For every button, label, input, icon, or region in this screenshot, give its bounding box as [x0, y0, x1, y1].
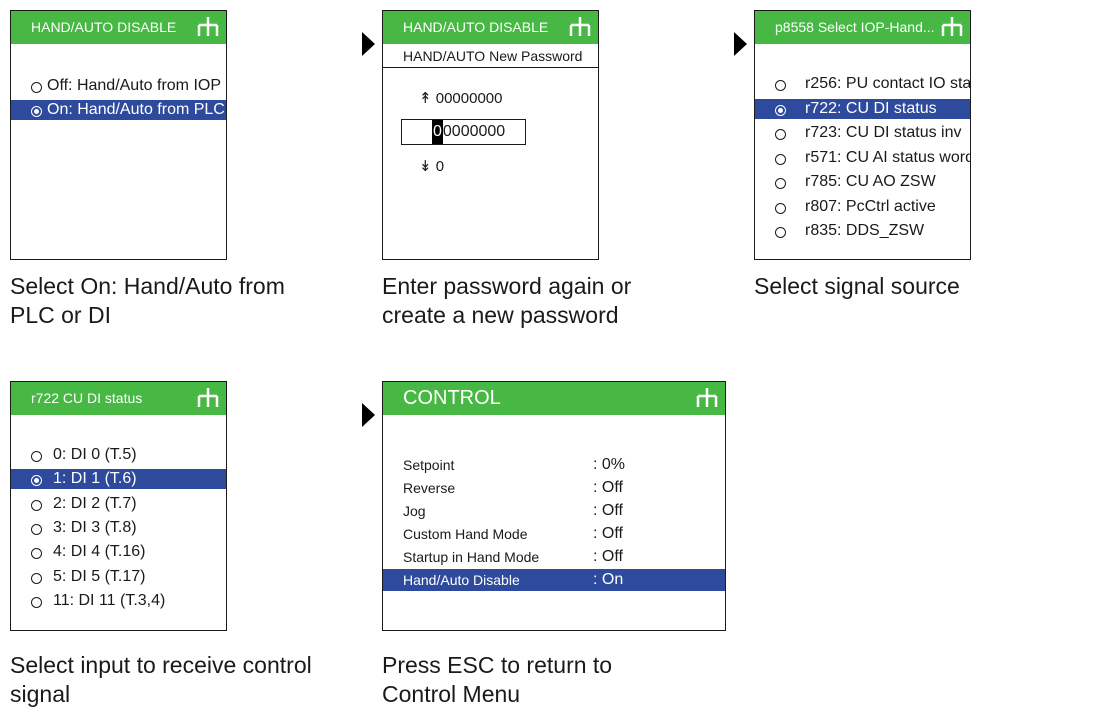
option-label: Off: Hand/Auto from IOP — [47, 77, 221, 94]
radio-empty-icon — [775, 80, 786, 91]
option-label: r256: PU contact IO stat — [805, 75, 971, 92]
option-label: r722: CU DI status — [805, 99, 937, 117]
radio-empty-icon — [31, 596, 42, 608]
network-tree-icon — [197, 388, 219, 407]
control-value: : Off — [593, 525, 623, 542]
radio-selected-icon — [31, 106, 42, 117]
control-row[interactable]: Custom Hand Mode : Off — [383, 523, 725, 545]
control-label: Setpoint — [403, 457, 455, 473]
control-label: Startup in Hand Mode — [403, 549, 540, 565]
radio-selected-icon — [31, 475, 42, 487]
control-row[interactable]: Setpoint : 0% — [383, 454, 725, 476]
control-row[interactable]: Jog : Off — [383, 500, 725, 522]
radio-empty-icon — [31, 82, 42, 93]
option-row[interactable]: r256: PU contact IO stat — [755, 74, 970, 94]
control-value: : Off — [593, 502, 623, 519]
caption-step-5: Press ESC to return to Control Menu — [382, 652, 613, 707]
max-value: 00000000 — [435, 90, 503, 107]
radio-empty-icon — [31, 572, 42, 584]
control-row[interactable]: Reverse : Off — [383, 477, 725, 499]
network-tree-icon — [941, 17, 963, 36]
option-row[interactable]: 3: DI 3 (T.8) — [11, 518, 226, 538]
radio-empty-icon — [31, 548, 42, 560]
option-row[interactable]: 5: DI 5 (T.17) — [11, 567, 226, 587]
control-label: Custom Hand Mode — [403, 526, 528, 542]
control-value: : Off — [593, 548, 623, 565]
radio-empty-icon — [775, 153, 786, 165]
option-row[interactable]: 2: DI 2 (T.7) — [11, 494, 226, 514]
min-value-row: ↡ 0 — [419, 157, 444, 175]
caption-step-1: Select On: Hand/Auto from PLC or DI — [10, 273, 285, 328]
option-row[interactable]: r722: CU DI status — [755, 98, 970, 119]
caption-step-3: Select signal source — [754, 273, 960, 299]
option-label: r571: CU AI status word — [805, 148, 971, 166]
screen-subtitle: HAND/AUTO New Password — [383, 44, 598, 68]
option-label: r835: DDS_ZSW — [805, 222, 925, 239]
cursor-digit: 0 — [432, 120, 443, 144]
control-row[interactable]: Startup in Hand Mode : Off — [383, 546, 725, 568]
option-label: r807: PcCtrl active — [805, 197, 936, 215]
option-label: r785: CU AO ZSW — [805, 173, 936, 190]
triangle-right-arrow-icon — [734, 32, 747, 56]
min-value: 0 — [435, 158, 445, 175]
screen-title: r722 CU DI status — [11, 382, 226, 415]
control-label: Hand/Auto Disable — [403, 572, 520, 588]
option-label: r723: CU DI status inv — [805, 124, 962, 141]
control-value: : Off — [593, 479, 623, 496]
radio-selected-icon — [775, 104, 786, 116]
screen-hand-auto-disable: HAND/AUTO DISABLE Off: Hand/Auto from IO… — [10, 10, 227, 260]
option-row[interactable]: Off: Hand/Auto from IOP — [11, 76, 226, 96]
option-label: 3: DI 3 (T.8) — [53, 518, 137, 536]
network-tree-icon — [696, 388, 718, 407]
screen-control: CONTROL Setpoint : 0% Reverse : Off Jog : Off… — [382, 381, 726, 631]
radio-empty-icon — [31, 499, 42, 511]
caption-step-4: Select input to receive control signal — [10, 652, 312, 707]
screen-cu-di-status: r722 CU DI status 0: DI 0 (T.5) 1: DI 1 (… — [10, 381, 227, 631]
option-label: On: Hand/Auto from PLC or DI — [47, 101, 226, 118]
option-row[interactable]: r785: CU AO ZSW — [755, 172, 970, 192]
option-row[interactable]: 0: DI 0 (T.5) — [11, 445, 226, 465]
option-row[interactable]: 1: DI 1 (T.6) — [11, 469, 226, 490]
option-label: 2: DI 2 (T.7) — [53, 494, 137, 512]
option-row[interactable]: r835: DDS_ZSW — [755, 221, 970, 241]
control-value: : On — [593, 571, 624, 588]
control-row[interactable]: Hand/Auto Disable : On — [383, 569, 725, 591]
network-tree-icon — [569, 17, 591, 36]
radio-empty-icon — [775, 227, 786, 238]
screen-select-signal-source: p8558 Select IOP-Hand... r256: PU contac… — [754, 10, 971, 260]
option-label: 0: DI 0 (T.5) — [53, 446, 137, 463]
radio-empty-icon — [775, 202, 786, 214]
option-row[interactable]: r807: PcCtrl active — [755, 197, 970, 217]
triangle-right-arrow-icon — [362, 32, 375, 56]
radio-empty-icon — [31, 523, 42, 535]
screen-title: HAND/AUTO DISABLE — [383, 11, 598, 44]
screen-title: p8558 Select IOP-Hand... — [755, 11, 970, 44]
arrow-up-to-bar-icon: ↟ — [419, 90, 432, 107]
screen-title: HAND/AUTO DISABLE — [11, 11, 226, 44]
arrow-down-to-bar-icon: ↡ — [419, 158, 432, 175]
screen-title: CONTROL — [383, 382, 725, 415]
control-label: Reverse — [403, 480, 456, 496]
option-row[interactable]: r723: CU DI status inv — [755, 123, 970, 143]
option-row[interactable]: On: Hand/Auto from PLC or DI — [11, 100, 226, 120]
control-label: Jog — [403, 503, 426, 519]
radio-empty-icon — [31, 451, 42, 462]
option-label: 1: DI 1 (T.6) — [53, 470, 137, 488]
option-row[interactable]: 4: DI 4 (T.16) — [11, 542, 226, 562]
screen-new-password: HAND/AUTO DISABLE HAND/AUTO New Password… — [382, 10, 599, 260]
control-value: : 0% — [593, 456, 626, 473]
radio-empty-icon — [775, 178, 786, 189]
option-label: 4: DI 4 (T.16) — [53, 543, 146, 561]
option-label: 5: DI 5 (T.17) — [53, 567, 146, 585]
option-row[interactable]: 11: DI 11 (T.3,4) — [11, 591, 226, 611]
triangle-right-arrow-icon — [362, 403, 375, 427]
password-entry-field[interactable]: 00000000 — [401, 119, 526, 145]
option-label: 11: DI 11 (T.3,4) — [53, 591, 166, 609]
caption-step-2: Enter password again or create a new pas… — [382, 273, 632, 328]
max-value-row: ↟ 00000000 — [419, 89, 503, 107]
radio-empty-icon — [775, 129, 786, 140]
network-tree-icon — [197, 17, 219, 36]
entry-rest: 0000000 — [442, 123, 506, 140]
option-row[interactable]: r571: CU AI status word — [755, 148, 970, 168]
